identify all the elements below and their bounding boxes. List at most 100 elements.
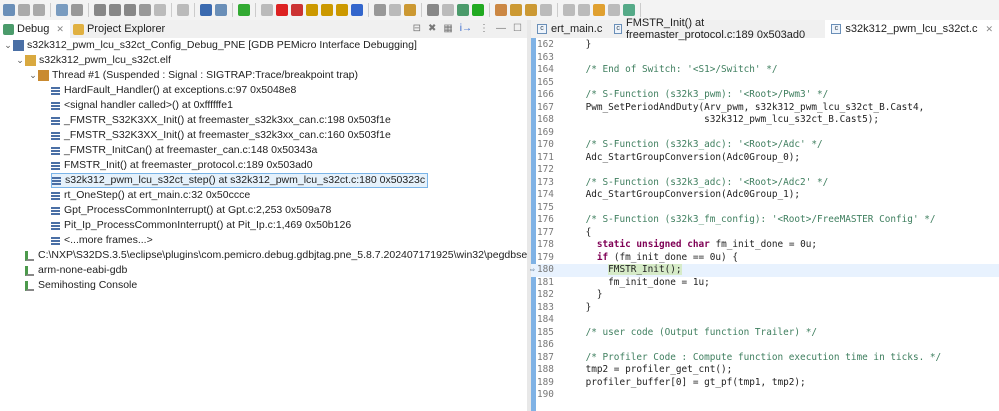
stack-frame[interactable]: Pit_Ip_ProcessCommonInterrupt() at Pit_I… — [51, 218, 351, 233]
stack-frame[interactable]: <signal handler called>() at 0xffffffe1 — [51, 98, 233, 113]
remove-terminated-icon[interactable]: ✖ — [428, 23, 436, 34]
editor-tab[interactable]: c ert_main.c — [531, 20, 608, 38]
chevron-down-icon[interactable]: ⌄ — [3, 38, 13, 53]
tree-item-console[interactable]: arm-none-eabi-gdb — [25, 263, 127, 278]
maximize-icon[interactable]: ☐ — [513, 23, 522, 34]
code-text: profiler_buffer[0] = gt_pf(tmp1, tmp2); — [563, 377, 806, 390]
debug-icon[interactable] — [457, 4, 469, 16]
step-into-icon[interactable] — [94, 4, 106, 16]
thread-suspended-icon — [38, 70, 49, 81]
stack-frame[interactable]: rt_OneStep() at ert_main.c:32 0x50ccce — [51, 188, 250, 203]
terminate-icon[interactable] — [276, 4, 288, 16]
instruction-step-icon[interactable]: i→ — [460, 23, 472, 34]
disconnect-icon[interactable] — [291, 4, 303, 16]
undo-icon[interactable] — [154, 4, 166, 16]
drop-to-frame-icon[interactable] — [374, 4, 386, 16]
step-return-dbg-icon[interactable] — [336, 4, 348, 16]
stack-frame[interactable]: HardFault_Handler() at exceptions.c:97 0… — [51, 83, 296, 98]
open-perspective-2-icon[interactable] — [525, 4, 537, 16]
close-icon[interactable]: ✕ — [985, 24, 993, 35]
toolbar-separator — [640, 3, 641, 17]
code-editor[interactable]: 162 } 163 164 /* End of Switch: '<S1>/Swit… — [530, 38, 999, 411]
code-text: /* Profiler Code : Compute function exec… — [563, 351, 942, 365]
save-all-icon[interactable] — [33, 4, 45, 16]
binary-icon[interactable] — [56, 4, 68, 16]
pin-icon[interactable] — [442, 4, 454, 16]
tab-project-explorer[interactable]: Project Explorer — [70, 20, 171, 38]
breakpoints-icon[interactable]: ▦ — [443, 23, 452, 34]
code-text: } — [563, 302, 592, 315]
code-text: tmp2 = profiler_get_cnt(); — [563, 364, 733, 377]
use-step-filters-icon[interactable] — [389, 4, 401, 16]
pin-editor-icon[interactable] — [540, 4, 552, 16]
tree-item-thread[interactable]: ⌄ Thread #1 (Suspended : Signal : SIGTRAP… — [28, 68, 358, 83]
maximize-icon[interactable] — [623, 4, 635, 16]
external-tools-icon[interactable] — [495, 4, 507, 16]
restart-icon[interactable] — [404, 4, 416, 16]
step-over-icon[interactable] — [109, 4, 121, 16]
editor-tab[interactable]: c FMSTR_Init() at freemaster_protocol.c:1… — [608, 17, 815, 41]
code-line: 171 Adc_StartGroupConversion(Adc0Group_0… — [531, 152, 999, 165]
stack-frame[interactable]: FMSTR_Init() at freemaster_protocol.c:18… — [51, 158, 313, 173]
step-over-dbg-icon[interactable] — [321, 4, 333, 16]
resume-icon[interactable] — [238, 4, 250, 16]
forward-icon[interactable] — [608, 4, 620, 16]
properties-icon[interactable] — [71, 4, 83, 16]
tree-item-label: Gpt_ProcessCommonInterrupt() at Gpt.c:2,… — [64, 204, 332, 216]
memory-icon[interactable] — [427, 4, 439, 16]
line-number: 162 — [537, 39, 554, 50]
tab-label: Debug — [17, 23, 50, 35]
stack-frame[interactable]: s32k312_pwm_lcu_s32ct_step() at s32k312_… — [51, 173, 429, 188]
minimize-icon[interactable]: — — [496, 23, 506, 34]
line-number: 184 — [537, 314, 554, 325]
tab-debug[interactable]: Debug ✕ — [0, 20, 70, 38]
code-comment: /* S-Function (s32k3_fm_config): '<Root>… — [585, 214, 936, 225]
new-icon[interactable] — [3, 4, 15, 16]
build-icon[interactable] — [139, 4, 151, 16]
collapse-all-icon[interactable]: ⊟ — [413, 23, 421, 34]
line-number: 178 — [537, 239, 554, 250]
save-icon[interactable] — [18, 4, 30, 16]
stack-frame-icon — [51, 131, 60, 140]
line-number: 190 — [537, 389, 554, 400]
step-into-dbg-icon[interactable] — [306, 4, 318, 16]
tree-item-console[interactable]: C:\NXP\S32DS.3.5\eclipse\plugins\com.pem… — [25, 248, 587, 263]
code-line: 163 — [531, 52, 999, 65]
stack-frame[interactable]: _FMSTR_InitCan() at freemaster_can.c:148… — [51, 143, 317, 158]
code-line: 172 — [531, 164, 999, 177]
stack-frame-icon — [51, 191, 60, 200]
back-icon[interactable] — [593, 4, 605, 16]
step-return-icon[interactable] — [124, 4, 136, 16]
toolbar-separator — [255, 3, 256, 17]
next-annotation-icon[interactable] — [563, 4, 575, 16]
open-perspective-icon[interactable] — [510, 4, 522, 16]
stack-frame[interactable]: _FMSTR_S32K3XX_Init() at freemaster_s32k… — [51, 113, 391, 128]
stack-frame[interactable]: <...more frames...> — [51, 233, 153, 248]
view-menu-icon[interactable]: ⋮ — [479, 23, 489, 34]
redo-icon[interactable] — [177, 4, 189, 16]
debug-view: Debug ✕ Project Explorer ⊟ ✖ ▦ i→ ⋮ — ☐ … — [0, 20, 587, 411]
close-icon[interactable]: ✕ — [56, 24, 64, 35]
line-number: 174 — [537, 189, 554, 200]
editor-tab[interactable]: c s32k312_pwm_lcu_s32ct.c ✕ — [825, 20, 999, 38]
code-token: (fm_init_done == 0u) { — [608, 251, 738, 263]
chevron-down-icon[interactable]: ⌄ — [15, 53, 25, 68]
chevron-down-icon[interactable]: ⌄ — [28, 68, 38, 83]
suspend-icon[interactable] — [261, 4, 273, 16]
stack-frame[interactable]: _FMSTR_S32K3XX_Init() at freemaster_s32k… — [51, 128, 391, 143]
tree-item-elf[interactable]: ⌄ s32k312_pwm_lcu_s32ct.elf — [15, 53, 171, 68]
stack-frame[interactable]: Gpt_ProcessCommonInterrupt() at Gpt.c:2,… — [51, 203, 331, 218]
code-comment: /* S-Function (s32k3_pwm): '<Root>/Pwm3'… — [585, 89, 829, 100]
code-comment: /* S-Function (s32k3_adc): '<Root>/Adc2'… — [585, 176, 829, 188]
remove-icon[interactable] — [215, 4, 227, 16]
prev-annotation-icon[interactable] — [578, 4, 590, 16]
run-icon[interactable] — [472, 4, 484, 16]
screen-icon[interactable] — [200, 4, 212, 16]
tree-item-label: _FMSTR_S32K3XX_Init() at freemaster_s32k… — [64, 129, 391, 141]
instruction-step-icon[interactable] — [351, 4, 363, 16]
code-comment: /* Profiler Code : Compute function exec… — [585, 351, 942, 363]
tree-item-launch[interactable]: ⌄ s32k312_pwm_lcu_s32ct_Config_Debug_PNE … — [3, 38, 417, 53]
tree-item-console[interactable]: Semihosting Console — [25, 278, 137, 293]
